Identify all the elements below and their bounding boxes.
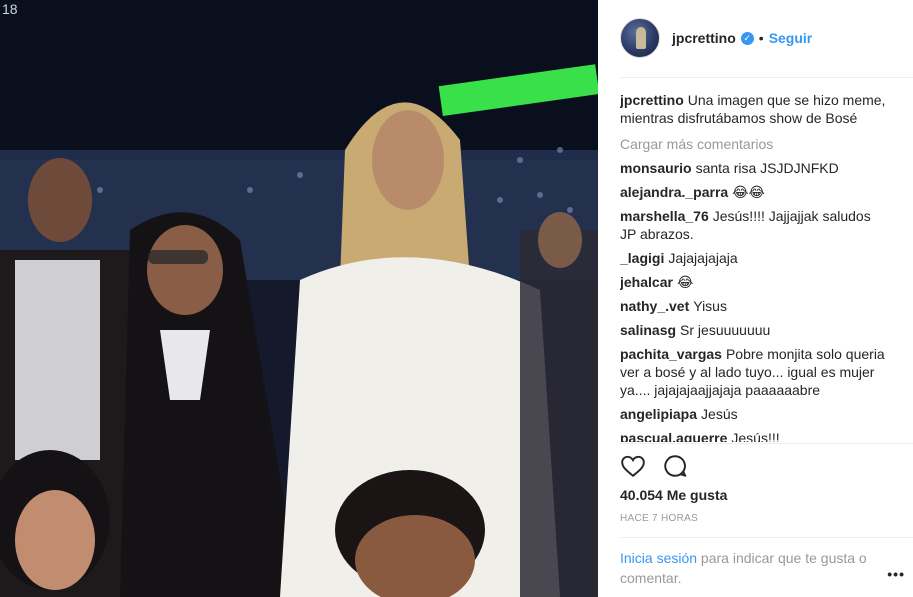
divider bbox=[620, 537, 913, 538]
post-sidebar: jpcrettino ✓ • Seguir jpcrettino Una imag… bbox=[598, 0, 913, 597]
comment-item: pascual.aguerre Jesús!!! bbox=[620, 429, 888, 442]
more-options-icon[interactable]: ••• bbox=[887, 566, 905, 582]
concert-crowd-image: 18 bbox=[0, 0, 598, 597]
post-caption: jpcrettino Una imagen que se hizo meme, m… bbox=[620, 91, 888, 127]
load-more-comments-button[interactable]: Cargar más comentarios bbox=[620, 135, 888, 153]
comment-text: 😂 bbox=[676, 274, 694, 290]
comment-item: pachita_vargas Pobre monjita solo queria … bbox=[620, 345, 888, 399]
comments-list[interactable]: jpcrettino Una imagen que se hizo meme, m… bbox=[620, 91, 888, 442]
comment-username[interactable]: nathy_.vet bbox=[620, 298, 689, 314]
comment-item: jehalcar 😂 bbox=[620, 273, 888, 291]
post-actions bbox=[620, 453, 688, 479]
divider bbox=[620, 443, 913, 444]
post-header: jpcrettino ✓ • Seguir bbox=[620, 17, 812, 59]
login-prompt: Inicia sesión para indicar que te gusta … bbox=[620, 548, 882, 588]
comment-username[interactable]: jehalcar bbox=[620, 274, 673, 290]
verified-badge-icon: ✓ bbox=[740, 31, 754, 45]
comment-text: 😂😂 bbox=[732, 184, 765, 200]
login-link[interactable]: Inicia sesión bbox=[620, 550, 697, 566]
comment-username[interactable]: pascual.aguerre bbox=[620, 430, 727, 442]
comment-item: monsaurio santa risa JSJDJNFKD bbox=[620, 159, 888, 177]
caption-username[interactable]: jpcrettino bbox=[620, 92, 684, 108]
comment-item: marshella_76 Jesús!!!! Jajjajjak saludos … bbox=[620, 207, 888, 243]
comment-text: Sr jesuuuuuuu bbox=[680, 322, 771, 338]
comment-text: santa risa JSJDJNFKD bbox=[695, 160, 839, 176]
post-timestamp: HACE 7 HORAS bbox=[620, 513, 699, 524]
comment-username[interactable]: marshella_76 bbox=[620, 208, 709, 224]
post-photo[interactable]: 18 bbox=[0, 0, 598, 597]
comment-username[interactable]: monsaurio bbox=[620, 160, 692, 176]
comment-text: Yisus bbox=[693, 298, 727, 314]
comment-item: angelipiapa Jesús bbox=[620, 405, 888, 423]
comment-username[interactable]: angelipiapa bbox=[620, 406, 697, 422]
separator-dot: • bbox=[758, 30, 764, 46]
comment-icon[interactable] bbox=[662, 453, 688, 479]
comment-username[interactable]: _lagigi bbox=[620, 250, 664, 266]
divider bbox=[620, 77, 913, 78]
likes-count[interactable]: 40.054 Me gusta bbox=[620, 487, 727, 503]
comment-item: salinasg Sr jesuuuuuuu bbox=[620, 321, 888, 339]
comment-username[interactable]: pachita_vargas bbox=[620, 346, 722, 362]
comment-text: Jesús bbox=[701, 406, 738, 422]
heart-icon[interactable] bbox=[620, 453, 646, 479]
follow-button[interactable]: Seguir bbox=[769, 30, 813, 46]
comment-username[interactable]: salinasg bbox=[620, 322, 676, 338]
comment-text: Jajajajajaja bbox=[668, 250, 738, 266]
avatar[interactable] bbox=[620, 18, 660, 58]
comment-item: _lagigi Jajajajajaja bbox=[620, 249, 888, 267]
photo-overlay-text: 18 bbox=[2, 1, 18, 17]
comment-text: Jesús!!! bbox=[731, 430, 780, 442]
comment-item: alejandra._parra 😂😂 bbox=[620, 183, 888, 201]
comment-username[interactable]: alejandra._parra bbox=[620, 184, 728, 200]
comment-item: nathy_.vet Yisus bbox=[620, 297, 888, 315]
post-username[interactable]: jpcrettino bbox=[672, 30, 736, 46]
